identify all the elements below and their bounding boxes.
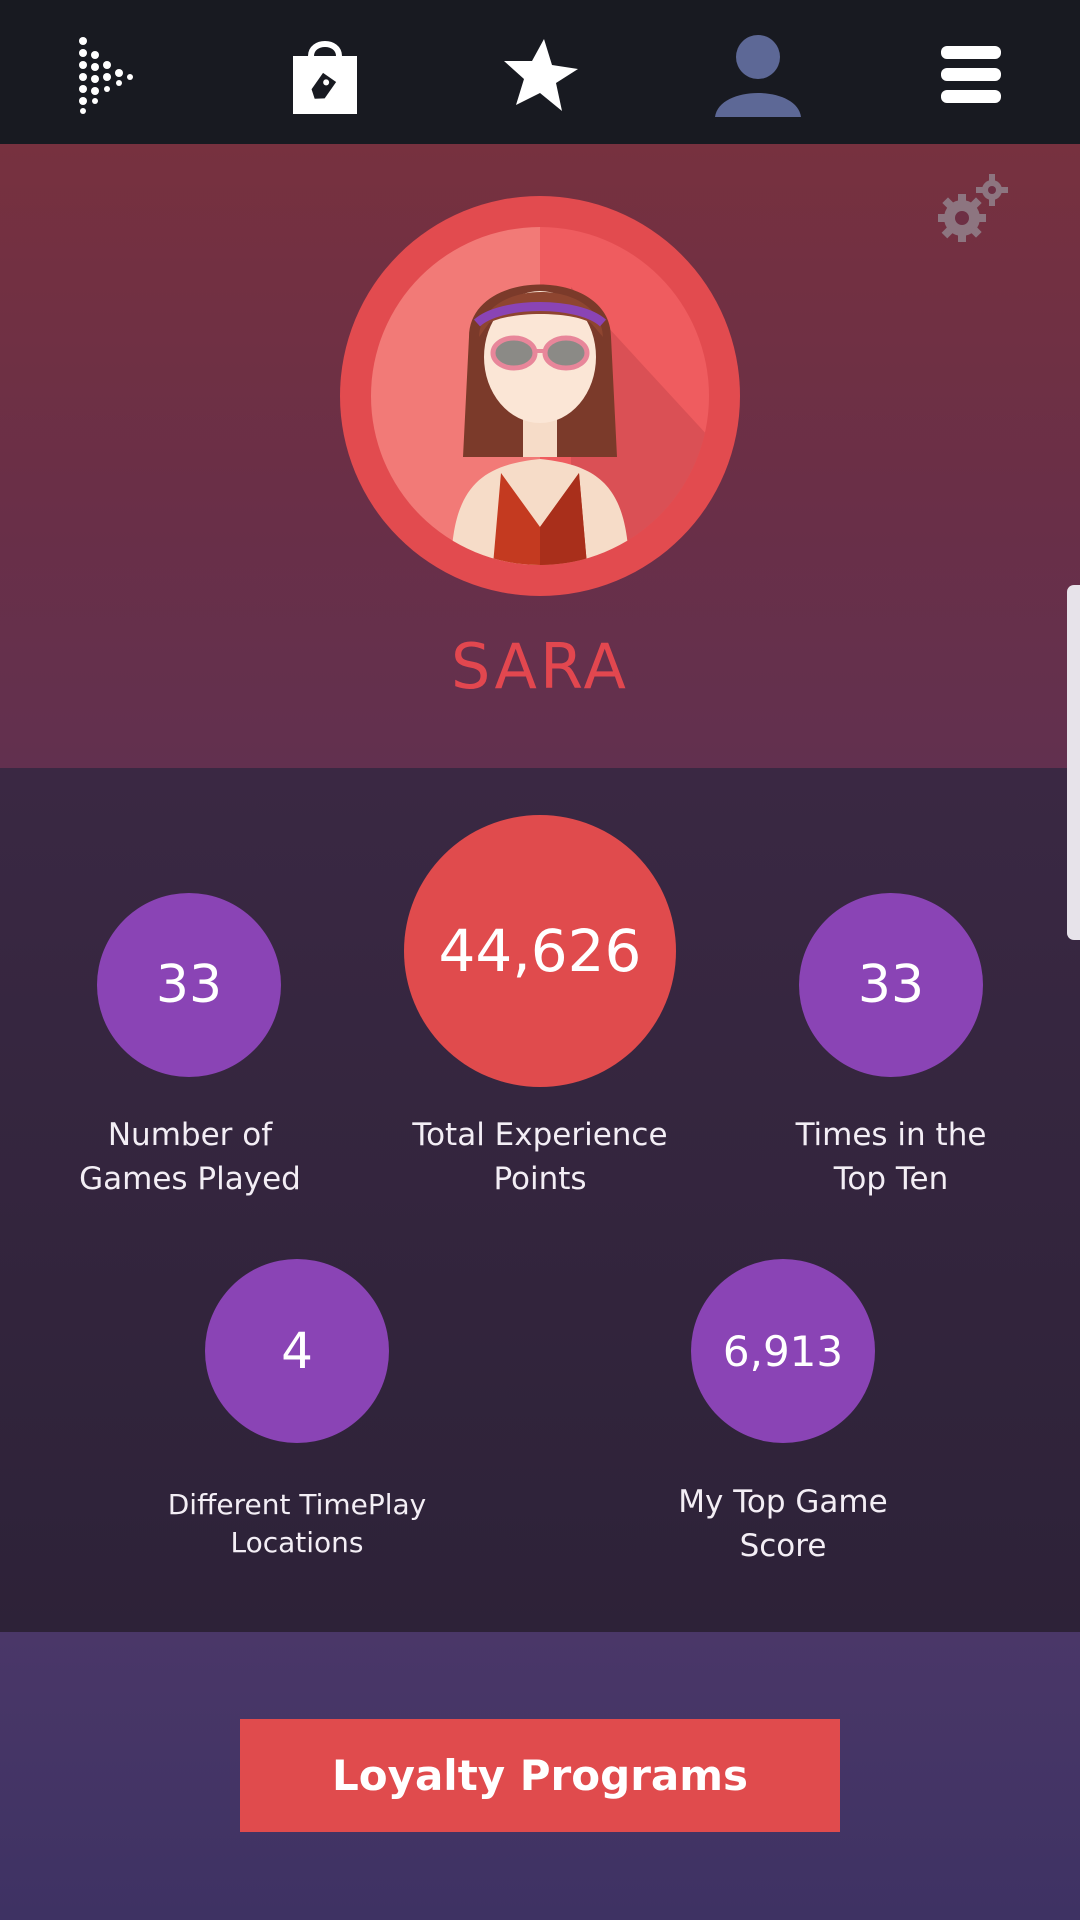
top-nav-bar bbox=[0, 0, 1080, 144]
top-score-value[interactable]: 6,913 bbox=[691, 1259, 875, 1443]
experience-points-label: Total Experience Points bbox=[370, 1113, 710, 1201]
locations-label-line2: Locations bbox=[230, 1526, 364, 1559]
profile-name: SARA bbox=[451, 630, 629, 703]
timeplay-logo-icon[interactable] bbox=[63, 30, 153, 120]
top-ten-label-line1: Times in the bbox=[795, 1117, 987, 1153]
experience-points-label-line1: Total Experience bbox=[412, 1117, 668, 1153]
games-played-value[interactable]: 33 bbox=[97, 893, 281, 1077]
star-icon[interactable] bbox=[495, 30, 585, 120]
top-score-label-line1: My Top Game bbox=[678, 1484, 888, 1520]
locations-label-line1: Different TimePlay bbox=[167, 1488, 427, 1521]
locations-value[interactable]: 4 bbox=[205, 1259, 389, 1443]
loyalty-programs-button[interactable]: Loyalty Programs bbox=[240, 1719, 840, 1832]
games-played-label-line1: Number of bbox=[107, 1117, 273, 1153]
menu-icon[interactable] bbox=[926, 30, 1016, 120]
locations-label: Different TimePlay Locations bbox=[137, 1486, 457, 1562]
top-ten-value[interactable]: 33 bbox=[799, 893, 983, 1077]
shopping-bag-icon[interactable] bbox=[280, 30, 370, 120]
games-played-label-line2: Games Played bbox=[79, 1161, 301, 1197]
experience-points-value[interactable]: 44,626 bbox=[404, 815, 676, 1087]
top-score-label: My Top Game Score bbox=[633, 1480, 933, 1568]
avatar[interactable] bbox=[371, 227, 709, 565]
gears-icon[interactable] bbox=[932, 172, 1012, 252]
user-icon[interactable] bbox=[710, 30, 806, 120]
top-ten-label: Times in the Top Ten bbox=[741, 1113, 1041, 1201]
scroll-handle[interactable] bbox=[1067, 585, 1080, 940]
games-played-label: Number of Games Played bbox=[40, 1113, 340, 1201]
top-score-label-line2: Score bbox=[739, 1528, 827, 1564]
experience-points-label-line2: Points bbox=[493, 1161, 587, 1197]
top-ten-label-line2: Top Ten bbox=[833, 1161, 949, 1197]
